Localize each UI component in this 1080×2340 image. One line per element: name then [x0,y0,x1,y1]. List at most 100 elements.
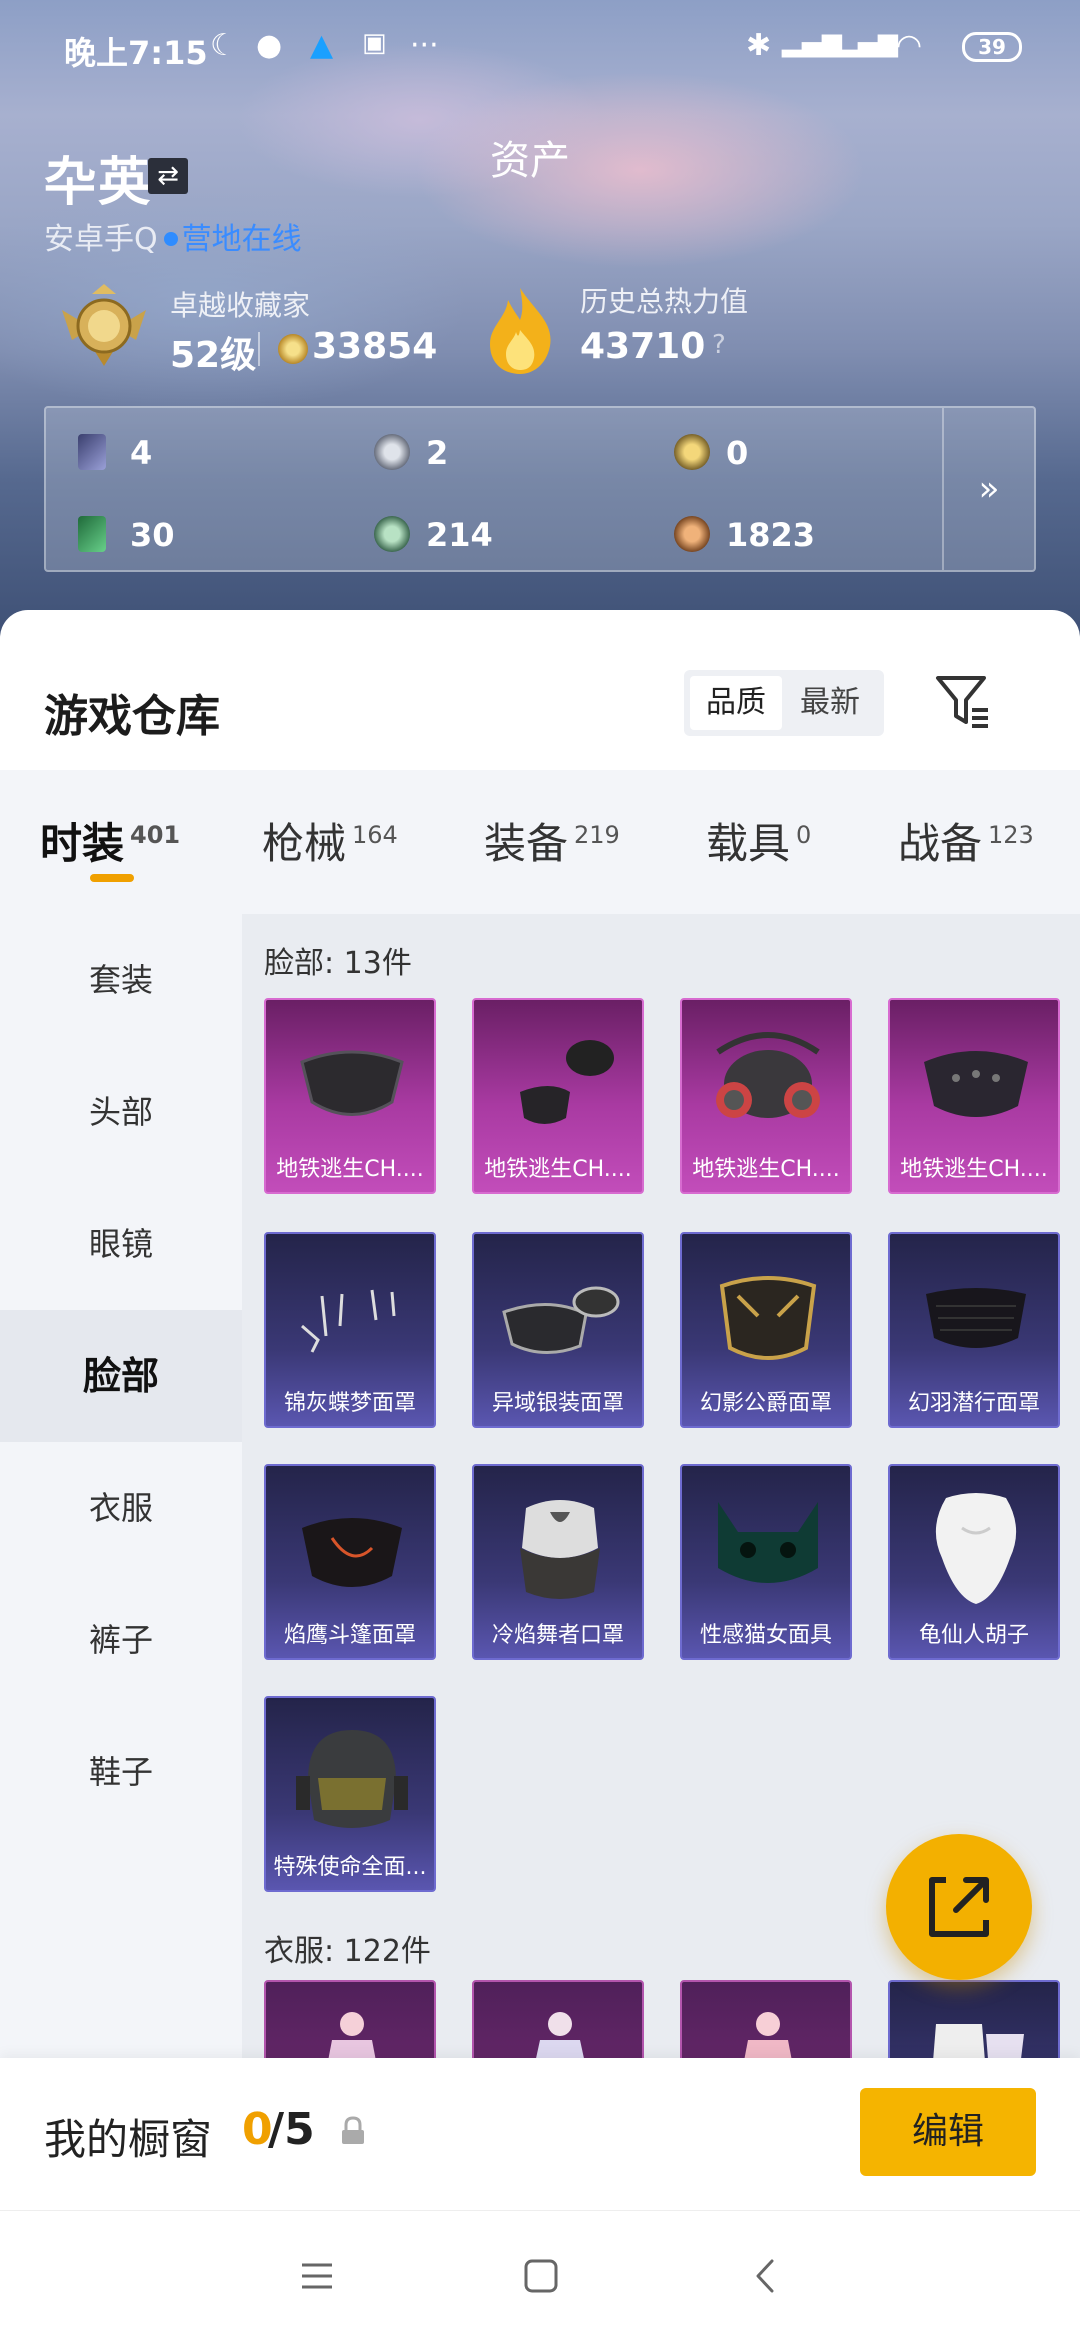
item-card[interactable]: 地铁逃生CH.... [888,998,1060,1194]
tab-count: 401 [130,821,181,849]
system-nav-bar [0,2210,1080,2340]
battery-indicator: 39 [962,32,1022,62]
item-name: 冷焰舞者口罩 [491,1623,624,1648]
sort-toggle: 品质 最新 [684,670,884,736]
outfit-icon [744,2012,792,2060]
stat-value: 1823 [726,516,816,554]
tab-vehicles[interactable]: 载具 0 [706,810,811,871]
page-title: 资产 [490,138,570,184]
stat-value: 0 [726,434,749,472]
status-time: 晚上7:15 [64,34,208,72]
item-card[interactable]: 特殊使命全面... [264,1696,436,1892]
outfit-icon [933,2024,1024,2060]
item-name: 性感猫女面具 [699,1623,832,1648]
stat-value: 30 [130,516,175,554]
sort-quality-button[interactable]: 品质 [690,676,782,730]
item-card[interactable] [472,1980,644,2060]
sidebar-item-suit[interactable]: 套装 [0,914,242,1046]
warehouse-title: 游戏仓库 [44,691,220,742]
status-bar: 晚上7:15 ☾ ● ▲ ▣ ··· ✱ ▂▄▆ ▂▄▆ ◠ 39 [0,0,1080,96]
lock-icon [342,2116,364,2144]
active-tab-indicator [90,874,134,882]
tab-label: 装备 [484,819,569,868]
item-card[interactable]: 地铁逃生CH.... [264,998,436,1194]
section-title-face: 脸部: 13件 [264,946,412,981]
showcase-total: /5 [268,2104,315,2155]
mask-icon [502,1286,620,1355]
showcase-bar: 我的橱窗 0 /5 编辑 [0,2058,1080,2210]
tab-count: 164 [352,821,398,849]
tab-supplies[interactable]: 战备 123 [898,810,1034,871]
item-card[interactable]: 锦灰蝶梦面罩 [264,1232,436,1428]
outfit-icon [535,2012,585,2060]
gold-medal-icon [674,434,710,470]
tab-count: 0 [796,821,812,849]
outfit-icon [328,2012,376,2060]
sidebar-item-shoes[interactable]: 鞋子 [0,1706,242,1838]
item-card[interactable]: 幻羽潜行面罩 [888,1232,1060,1428]
item-name: 地铁逃生CH.... [692,1157,840,1182]
platform-label: 安卓手Q [44,222,158,257]
item-card[interactable]: 冷焰舞者口罩 [472,1464,644,1660]
tab-guns[interactable]: 枪械 164 [262,810,398,871]
mask-icon [520,1040,614,1124]
switch-account-icon[interactable]: ⇄ [148,158,188,194]
coin-count: 33854 [312,326,438,367]
item-card[interactable] [680,1980,852,2060]
item-name: 幻羽潜行面罩 [907,1391,1040,1416]
sidebar-item-face[interactable]: 脸部 [0,1310,242,1442]
stat-value: 214 [426,516,493,554]
tab-label: 枪械 [262,819,347,868]
sort-newest-button[interactable]: 最新 [784,676,876,730]
home-icon[interactable] [516,2251,566,2301]
item-card[interactable]: 性感猫女面具 [680,1464,852,1660]
stats-more-button[interactable]: » [942,408,1034,570]
stat-value: 2 [426,434,449,472]
item-name: 异域银装面罩 [491,1391,624,1416]
rank-level: 52级 [170,335,257,376]
back-icon[interactable] [742,2251,792,2301]
warehouse-card: 游戏仓库 品质 最新 时装 401 枪械 164 装备 219 载具 0 战备 123 套… [0,610,1080,2060]
item-name: 地铁逃生CH.... [276,1157,424,1182]
platform-line: 安卓手Q 营地在线 [44,214,302,258]
helmet-icon [296,1730,408,1828]
item-name: 龟仙人胡子 [918,1623,1029,1648]
collector-badge-icon [62,284,146,366]
share-button[interactable] [886,1834,1032,1980]
tab-count: 219 [574,821,620,849]
more-dots-icon: ··· [410,28,439,63]
mask-icon [924,1051,1028,1117]
item-name: 锦灰蝶梦面罩 [283,1391,416,1416]
category-sidebar: 套装 头部 眼镜 脸部 衣服 裤子 鞋子 [0,914,242,2060]
item-card[interactable] [888,1980,1060,2060]
item-card[interactable]: 异域银装面罩 [472,1232,644,1428]
filter-icon[interactable] [934,672,992,730]
sidebar-item-clothes[interactable]: 衣服 [0,1442,242,1574]
item-card[interactable]: 龟仙人胡子 [888,1464,1060,1660]
online-dot-icon [163,231,178,246]
help-icon[interactable]: ? [712,330,726,360]
item-card[interactable]: 焰鹰斗篷面罩 [264,1464,436,1660]
screen-icon: ▣ [362,28,387,58]
item-card[interactable]: 地铁逃生CH.... [680,998,852,1194]
green-card-icon [78,516,106,552]
menu-icon[interactable] [292,2251,342,2301]
moon-icon: ☾ [210,28,237,63]
wechat-icon: ● [256,28,283,63]
tab-fashion[interactable]: 时装 401 [40,810,180,871]
sidebar-item-head[interactable]: 头部 [0,1046,242,1178]
item-card[interactable]: 地铁逃生CH.... [472,998,644,1194]
item-card[interactable] [264,1980,436,2060]
purple-card-icon [78,434,106,470]
sidebar-item-pants[interactable]: 裤子 [0,1574,242,1706]
heat-value: 43710 [580,326,706,367]
signal2-icon: ▂▄▆ [838,28,898,58]
edit-showcase-button[interactable]: 编辑 [860,2088,1036,2176]
tab-equipment[interactable]: 装备 219 [484,810,620,871]
online-status: 营地在线 [181,222,302,257]
category-tabs: 时装 401 枪械 164 装备 219 载具 0 战备 123 [0,770,1080,914]
item-name: 地铁逃生CH.... [900,1157,1048,1182]
mask-icon [300,1050,404,1116]
sidebar-item-glasses[interactable]: 眼镜 [0,1178,242,1310]
item-card[interactable]: 幻影公爵面罩 [680,1232,852,1428]
